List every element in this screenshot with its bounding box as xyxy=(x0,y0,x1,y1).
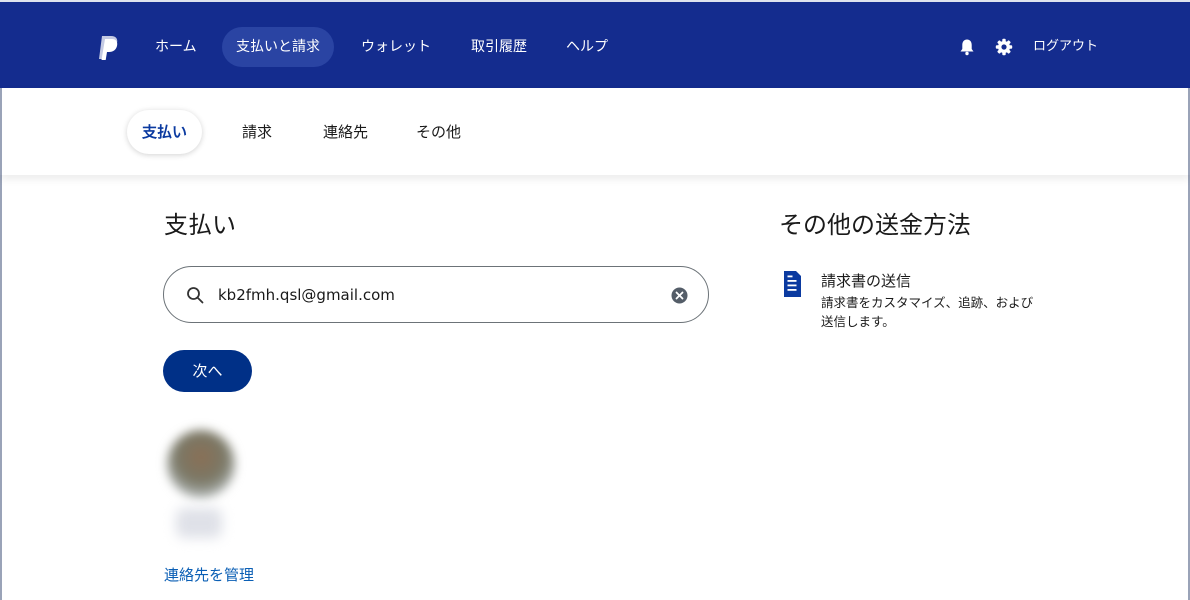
search-icon xyxy=(187,287,204,304)
subnav-invoices[interactable]: 請求 xyxy=(242,110,272,154)
bell-icon[interactable] xyxy=(958,38,976,56)
nav-activity[interactable]: 取引履歴 xyxy=(457,27,541,67)
next-button[interactable]: 次へ xyxy=(163,350,252,392)
subnav-contacts[interactable]: 連絡先 xyxy=(323,110,368,154)
send-invoice-link[interactable]: 請求書の送信 xyxy=(821,270,911,291)
recipient-search-field[interactable] xyxy=(163,266,709,323)
invoice-icon xyxy=(784,271,801,297)
subnav-payments[interactable]: 支払い xyxy=(127,110,203,154)
clear-icon[interactable] xyxy=(671,287,688,304)
paypal-logo[interactable] xyxy=(97,35,119,61)
page-title: 支払い xyxy=(164,211,236,239)
logout-link[interactable]: ログアウト xyxy=(1033,27,1098,67)
nav-wallet[interactable]: ウォレット xyxy=(347,27,445,67)
contact-avatar[interactable] xyxy=(167,430,235,498)
nav-payments-and-invoices[interactable]: 支払いと請求 xyxy=(222,27,334,67)
nav-home[interactable]: ホーム xyxy=(141,27,211,67)
manage-contacts-link[interactable]: 連絡先を管理 xyxy=(164,564,254,585)
send-invoice-description: 請求書をカスタマイズ、追跡、および送信します。 xyxy=(821,295,1034,329)
other-methods-heading: その他の送金方法 xyxy=(779,211,971,239)
subnav-more[interactable]: その他 xyxy=(416,110,461,154)
top-navigation: ホーム 支払いと請求 ウォレット 取引履歴 ヘルプ ログアウト xyxy=(0,0,1190,88)
recipient-input[interactable] xyxy=(218,277,648,313)
sub-navigation: 支払い 請求 連絡先 その他 xyxy=(0,88,1190,175)
nav-help[interactable]: ヘルプ xyxy=(552,27,622,67)
gear-icon[interactable] xyxy=(995,38,1013,56)
contact-name-blurred xyxy=(176,508,222,538)
